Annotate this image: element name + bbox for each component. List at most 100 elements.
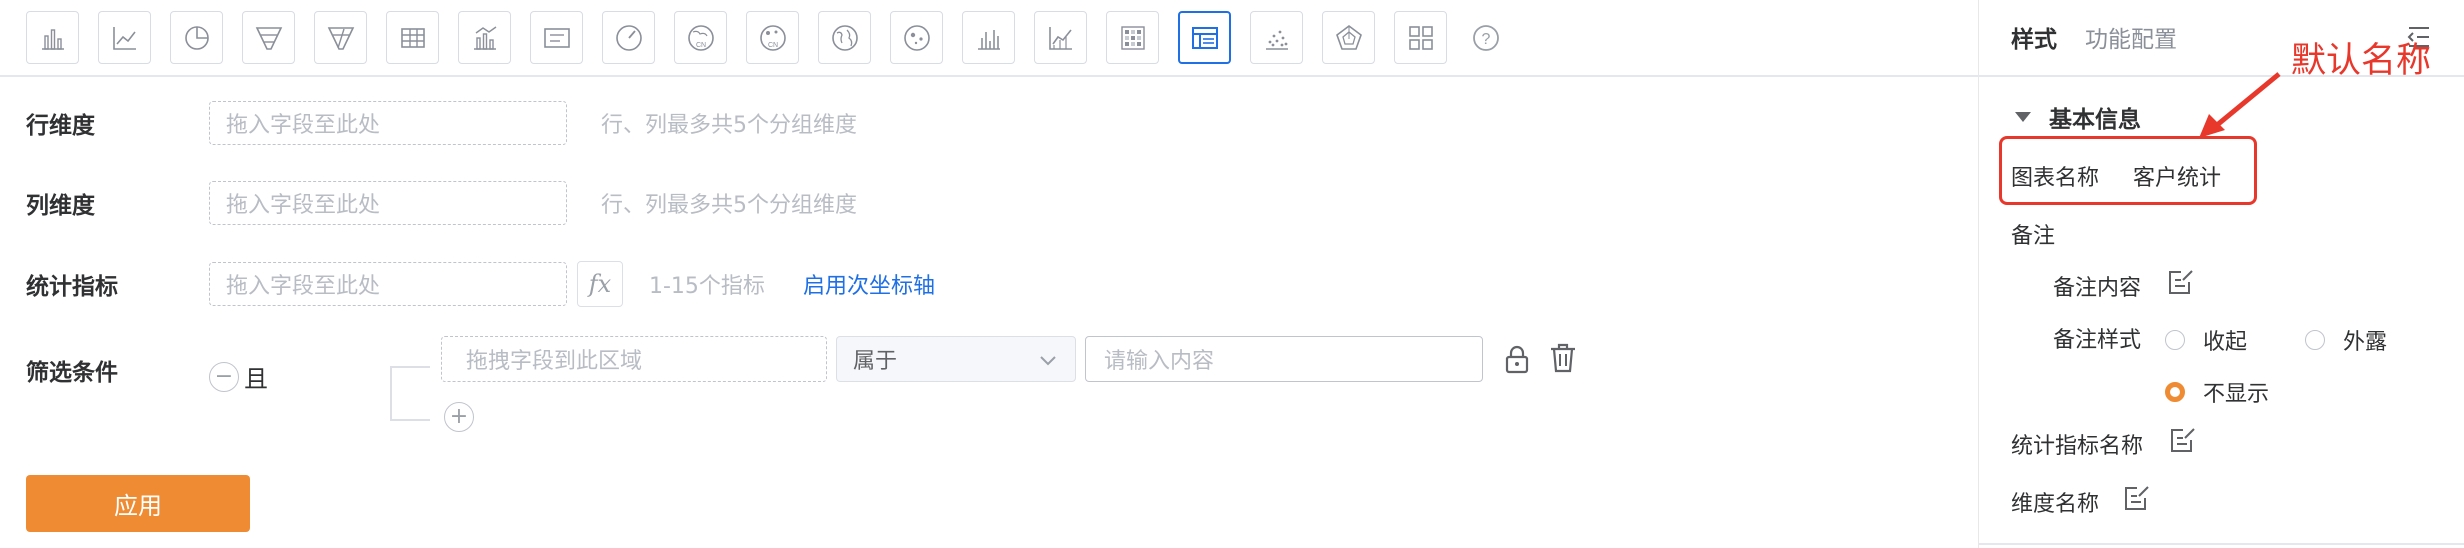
lock-icon[interactable] <box>1503 344 1531 374</box>
filter-bracket-bottom <box>390 419 430 421</box>
chart-type-button[interactable] <box>962 11 1015 64</box>
settings-panel: 样式 功能配置 默认名称 基本信息 图表名称 客户统计 备注 备注内容 备注样式… <box>1978 0 2464 548</box>
row-dimension-label: 行维度 <box>26 113 95 139</box>
chevron-down-icon <box>1040 356 1056 366</box>
chart-name-label: 图表名称 <box>2011 166 2100 191</box>
svg-text:CN: CN <box>695 42 705 49</box>
column-dimension-row: 列维度 拖入字段至此处 行、列最多共5个分组维度 <box>26 181 857 225</box>
funnel-icon <box>255 26 282 50</box>
china-map-icon: CN <box>687 24 714 51</box>
metrics-label: 统计指标 <box>26 274 118 300</box>
chart-type-button[interactable]: CN <box>746 11 799 64</box>
help-circle-icon[interactable]: ? <box>1472 24 1500 52</box>
filter-operator-select[interactable]: 属于 <box>836 336 1076 382</box>
edit-icon[interactable] <box>2123 484 2151 512</box>
filter-label: 筛选条件 <box>26 359 118 386</box>
filter-bracket <box>390 366 392 420</box>
filter-row: 筛选条件 − 且 <box>26 345 268 394</box>
radio-expose[interactable]: 外露 <box>2305 324 2387 356</box>
chart-type-button[interactable] <box>170 11 223 64</box>
formula-fx-button[interactable]: fx <box>577 261 623 307</box>
radio-collapse-label: 收起 <box>2203 330 2248 355</box>
trash-icon[interactable] <box>1548 342 1578 374</box>
pivot-table-icon <box>1191 26 1218 49</box>
chart-type-button[interactable] <box>1394 11 1447 64</box>
edit-icon[interactable] <box>2169 426 2197 454</box>
chart-type-button[interactable] <box>890 11 943 64</box>
chart-type-button[interactable] <box>386 11 439 64</box>
radar-icon <box>1335 24 1362 50</box>
add-condition-icon[interactable]: + <box>444 402 474 432</box>
funnel-compare-icon <box>327 26 354 50</box>
world-map-icon <box>831 24 858 51</box>
settings-tabs: 样式 功能配置 <box>2011 20 2205 54</box>
filter-field-drop-zone[interactable]: 拖拽字段到此区域 <box>441 336 827 382</box>
chart-type-button[interactable] <box>1322 11 1375 64</box>
tab-feature-config[interactable]: 功能配置 <box>2085 20 2177 54</box>
chart-type-button[interactable]: CN <box>674 11 727 64</box>
chart-type-button[interactable] <box>818 11 871 64</box>
row-dimension-drop-zone[interactable]: 拖入字段至此处 <box>209 101 567 145</box>
scatter-icon <box>1265 30 1288 50</box>
chart-editor: CN CN? 行维度 拖入字段至此处 行、列最多共5个分组维度 列维度 拖入字段至… <box>0 0 1978 548</box>
line-chart-icon <box>112 26 136 50</box>
panel-bottom-divider <box>1979 543 2464 545</box>
svg-text:?: ? <box>1482 31 1491 48</box>
dimension-name-label: 维度名称 <box>2011 492 2100 517</box>
chart-type-button[interactable] <box>1178 11 1231 64</box>
chart-type-button[interactable] <box>1106 11 1159 64</box>
radio-hide-label: 不显示 <box>2203 382 2270 407</box>
tab-style[interactable]: 样式 <box>2011 20 2057 54</box>
bar-chart-icon <box>41 28 64 50</box>
chart-name-value[interactable]: 客户统计 <box>2133 160 2221 192</box>
filter-bracket-top <box>390 366 430 368</box>
heatmap-icon <box>1120 25 1145 50</box>
chart-type-button[interactable] <box>242 11 295 64</box>
chart-type-button[interactable] <box>602 11 655 64</box>
chart-type-button[interactable] <box>1250 11 1303 64</box>
row-dimension-row: 行维度 拖入字段至此处 行、列最多共5个分组维度 <box>26 101 857 145</box>
chart-type-toolbar: CN CN? <box>26 10 1500 65</box>
radio-hide-dot[interactable] <box>2165 382 2185 402</box>
chart-type-button[interactable] <box>98 11 151 64</box>
filter-logic-toggle[interactable]: − 且 <box>209 359 268 394</box>
metric-name-label: 统计指标名称 <box>2011 434 2144 459</box>
chart-type-button[interactable] <box>458 11 511 64</box>
column-dimension-drop-zone[interactable]: 拖入字段至此处 <box>209 181 567 225</box>
filter-value-input[interactable]: 请输入内容 <box>1085 336 1483 382</box>
metrics-drop-zone[interactable]: 拖入字段至此处 <box>209 262 567 306</box>
metrics-row: 统计指标 拖入字段至此处 fx 1-15个指标 启用次坐标轴 <box>26 261 935 307</box>
dashboard-grid-icon <box>1408 25 1433 50</box>
radio-hide[interactable]: 不显示 <box>2165 376 2269 408</box>
radio-collapse-dot[interactable] <box>2165 330 2185 350</box>
dense-bar-icon <box>977 29 1000 50</box>
svg-text:CN: CN <box>767 42 777 49</box>
radio-expose-label: 外露 <box>2343 330 2388 355</box>
chart-type-button[interactable] <box>314 11 367 64</box>
chart-type-button[interactable] <box>1034 11 1087 64</box>
radio-expose-dot[interactable] <box>2305 330 2325 350</box>
remark-content-label: 备注内容 <box>2053 276 2142 301</box>
metrics-hint: 1-15个指标 <box>649 274 765 299</box>
remove-condition-icon[interactable]: − <box>209 361 239 392</box>
pie-chart-icon <box>184 25 209 50</box>
remark-label: 备注 <box>2011 224 2056 249</box>
enable-secondary-axis-link[interactable]: 启用次坐标轴 <box>803 268 935 300</box>
area-line-icon <box>1048 26 1072 50</box>
china-bubble-map-icon: CN <box>759 24 786 51</box>
filter-logic-label[interactable]: 且 <box>244 359 268 394</box>
caret-down-icon <box>2015 112 2031 122</box>
annotation-arrow-icon <box>2199 72 2281 138</box>
text-card-icon <box>543 27 570 48</box>
edit-icon[interactable] <box>2167 268 2195 296</box>
apply-button[interactable]: 应用 <box>26 475 250 532</box>
row-dimension-hint: 行、列最多共5个分组维度 <box>601 113 857 138</box>
radio-collapse[interactable]: 收起 <box>2165 324 2247 356</box>
filter-operator-value: 属于 <box>853 349 898 374</box>
column-dimension-label: 列维度 <box>26 193 95 219</box>
bar-line-combo-icon <box>473 25 496 50</box>
remark-style-label: 备注样式 <box>2053 328 2142 353</box>
chart-type-button[interactable] <box>26 11 79 64</box>
basic-info-section-header[interactable]: 基本信息 <box>2015 100 2141 134</box>
chart-type-button[interactable] <box>530 11 583 64</box>
